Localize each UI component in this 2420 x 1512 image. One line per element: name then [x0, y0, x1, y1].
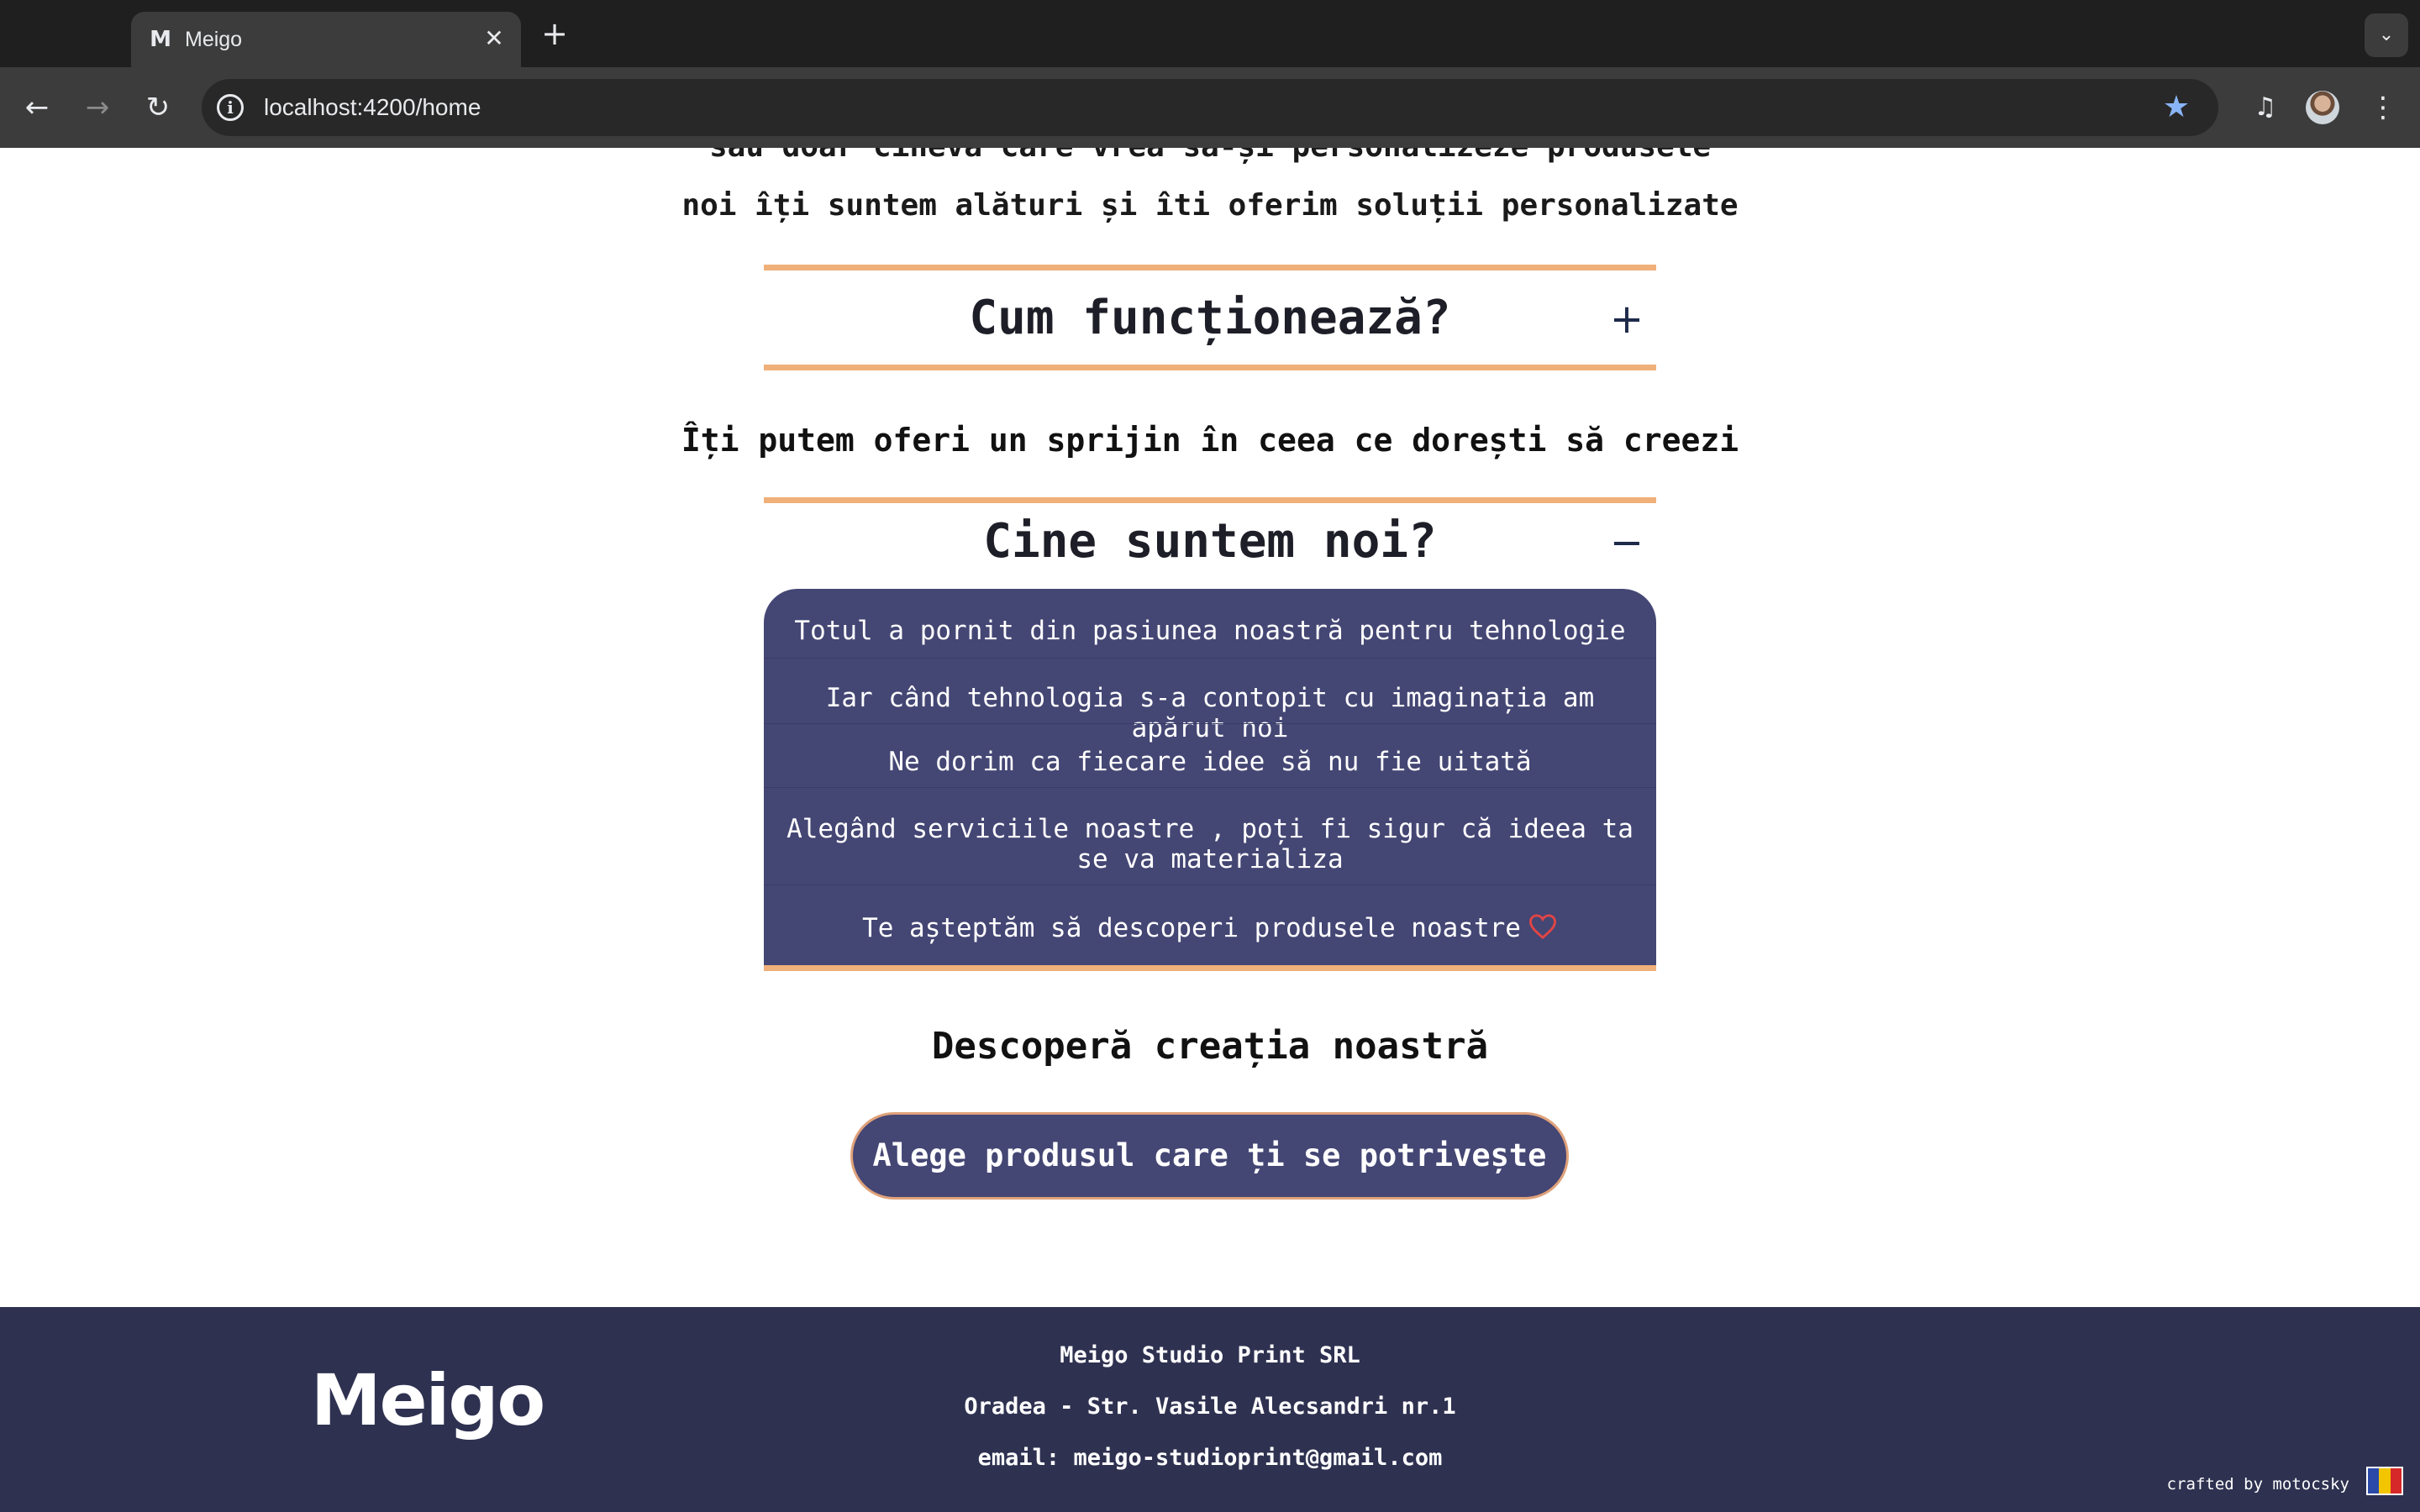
- company-address: Oradea - Str. Vasile Alecsandri nr.1: [964, 1394, 1456, 1420]
- profile-avatar[interactable]: [2306, 91, 2339, 124]
- about-line: Ne dorim ca fiecare idee să nu fie uitat…: [888, 747, 1532, 777]
- tab-search-chevron-icon[interactable]: ⌄: [2365, 13, 2408, 57]
- about-line: Alegând serviciile noastre , poți fi sig…: [786, 814, 1634, 874]
- accordion-how-it-works-title[interactable]: Cum funcționează?: [764, 291, 1656, 345]
- tab-title: Meigo: [185, 28, 243, 51]
- accordion-divider: [764, 497, 1656, 503]
- accordion-divider: [764, 965, 1656, 971]
- about-panel: Totul a pornit din pasiunea noastră pent…: [764, 589, 1656, 967]
- about-line-closing: Te așteptăm să descoperi produsele noast…: [764, 913, 1656, 943]
- bookmark-star-icon[interactable]: ★: [2160, 91, 2193, 124]
- choose-product-button[interactable]: Alege produsul care ți se potrivește: [850, 1112, 1569, 1200]
- intro-line-1: sau doar cineva care vrea să-și personal…: [0, 148, 2420, 164]
- collapse-minus-icon[interactable]: −: [1608, 522, 1645, 563]
- media-control-icon[interactable]: ♫: [2245, 87, 2286, 128]
- browser-tab-bar: M Meigo ✕ + ⌄: [0, 0, 2420, 67]
- expand-plus-icon[interactable]: +: [1608, 299, 1645, 339]
- accordion-divider: [764, 365, 1656, 370]
- about-line: Iar când tehnologia s-a contopit cu imag…: [825, 683, 1595, 743]
- browser-toolbar: ← → ↻ i localhost:4200/home ★ ♫ ⋮: [0, 67, 2420, 148]
- panel-divider: [764, 658, 1656, 659]
- back-arrow-icon[interactable]: ←: [17, 87, 57, 128]
- support-subtitle: Îți putem oferi un sprijin în ceea ce do…: [681, 422, 1739, 459]
- crafted-by-text[interactable]: crafted by motocsky: [2167, 1475, 2349, 1494]
- company-email[interactable]: email: meigo-studioprint@gmail.com: [0, 1445, 2420, 1471]
- intro-line-2: noi îți suntem alături și îti oferim sol…: [681, 188, 1739, 223]
- about-line: Totul a pornit din pasiunea noastră pent…: [794, 616, 1626, 646]
- footer: Meigo Meigo Studio Print SRL Oradea - St…: [0, 1307, 2420, 1512]
- close-tab-icon[interactable]: ✕: [479, 24, 509, 54]
- romania-flag-icon: [2366, 1467, 2403, 1495]
- browser-menu-icon[interactable]: ⋮: [2363, 87, 2403, 128]
- meigo-favicon-icon: M: [150, 27, 171, 52]
- address-bar[interactable]: i localhost:4200/home ★: [202, 79, 2218, 136]
- forward-arrow-icon[interactable]: →: [77, 87, 118, 128]
- new-tab-icon[interactable]: +: [538, 17, 571, 50]
- about-line-text: Te așteptăm să descoperi produsele noast…: [862, 913, 1521, 943]
- site-info-icon[interactable]: i: [217, 94, 244, 121]
- discover-heading: Descoperă creația noastră: [931, 1025, 1489, 1068]
- url-text[interactable]: localhost:4200/home: [264, 92, 481, 123]
- reload-icon[interactable]: ↻: [138, 87, 178, 128]
- accordion-who-we-are-title[interactable]: Cine suntem noi?: [764, 514, 1656, 569]
- accordion-divider: [764, 265, 1656, 270]
- heart-icon: [1528, 914, 1556, 940]
- page-viewport: sau doar cineva care vrea să-și personal…: [0, 148, 2420, 1512]
- panel-divider: [764, 787, 1656, 788]
- company-name: Meigo Studio Print SRL: [1060, 1342, 1360, 1368]
- browser-tab[interactable]: M Meigo ✕: [131, 12, 521, 67]
- panel-divider: [764, 723, 1656, 724]
